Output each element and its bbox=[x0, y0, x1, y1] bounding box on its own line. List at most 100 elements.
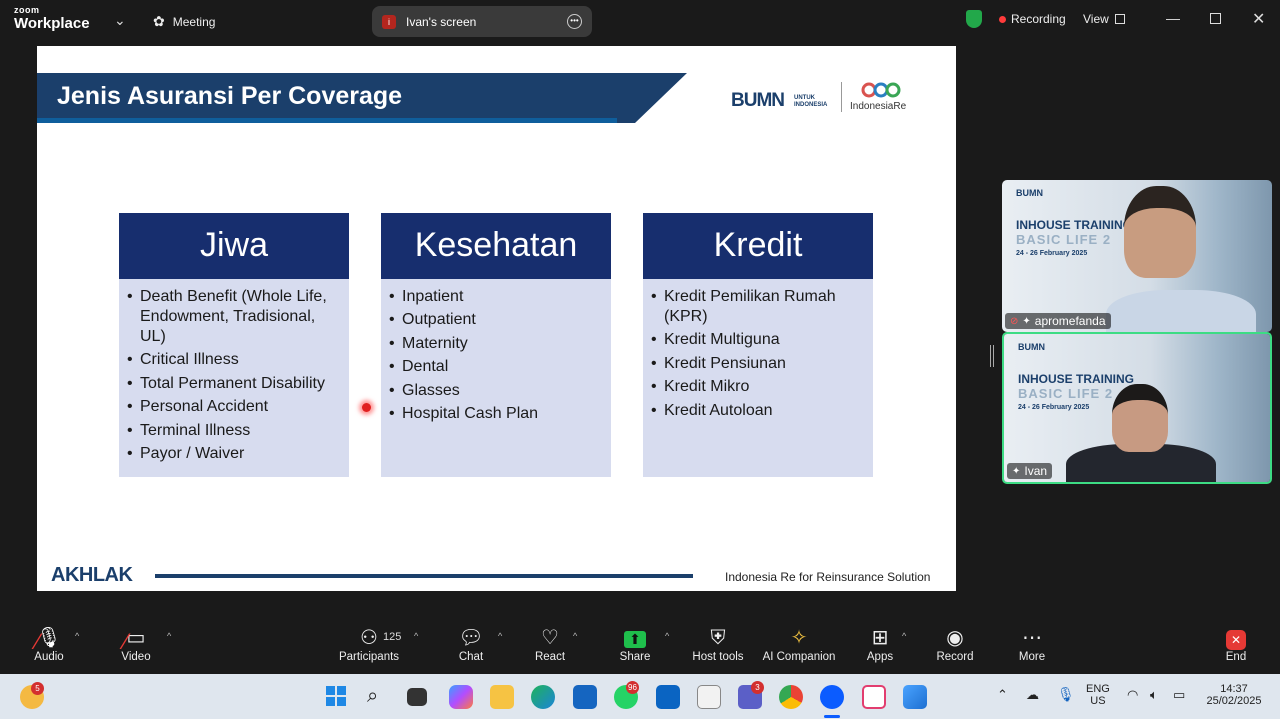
show-hidden-icons-icon[interactable]: ⌃ bbox=[997, 687, 1008, 703]
coverage-column-kredit: Kredit Kredit Pemilikan Rumah (KPR) Kred… bbox=[643, 213, 873, 477]
list-item: Maternity bbox=[389, 334, 603, 354]
chat-icon: 💬︎ bbox=[458, 627, 484, 649]
app-name-line2: Workplace bbox=[14, 15, 90, 32]
shield-check-icon[interactable] bbox=[966, 10, 982, 28]
bumn-logo: BUMN bbox=[731, 90, 785, 111]
meeting-label: Meeting bbox=[172, 14, 216, 29]
chat-caret-icon[interactable]: ^ bbox=[498, 631, 502, 641]
app-name-line1: zoom bbox=[14, 5, 40, 15]
more-options-icon[interactable]: ••• bbox=[567, 14, 582, 29]
participants-caret-icon[interactable]: ^ bbox=[414, 631, 418, 641]
video-bg-text: INHOUSE TRAINING bbox=[1018, 372, 1135, 386]
wifi-icon[interactable]: ◠ bbox=[1127, 687, 1138, 703]
restore-icon[interactable] bbox=[1210, 13, 1221, 24]
clock-date: 25/02/2025 bbox=[1206, 695, 1262, 707]
chat-button[interactable]: 💬︎ Chat bbox=[456, 627, 486, 663]
more-button[interactable]: ⋯ More bbox=[1016, 627, 1048, 663]
more-label: More bbox=[1018, 651, 1046, 663]
coverage-column-jiwa: Jiwa Death Benefit (Whole Life, Endowmen… bbox=[119, 213, 349, 477]
search-icon[interactable]: ⌕ bbox=[367, 685, 391, 709]
copilot-icon[interactable] bbox=[449, 685, 473, 709]
outlook-icon[interactable] bbox=[656, 685, 680, 709]
react-caret-icon[interactable]: ^ bbox=[573, 631, 577, 641]
volume-icon[interactable]: 🔈︎ bbox=[1150, 687, 1158, 703]
meeting-top-bar: zoom Workplace ⌄ ✿ Meeting i Ivan's scre… bbox=[0, 0, 1280, 42]
apps-button[interactable]: ⊞ Apps bbox=[864, 627, 896, 663]
edge-icon[interactable] bbox=[531, 685, 555, 709]
heart-icon: ♡ bbox=[541, 627, 559, 649]
participant-name-tag: ⊘ ✦ apromefanda bbox=[1005, 313, 1111, 329]
record-dot-icon bbox=[999, 15, 1006, 23]
record-button[interactable]: ◉ Record bbox=[935, 627, 975, 663]
meeting-info-button[interactable]: ✿ Meeting bbox=[153, 13, 215, 30]
clock-time: 14:37 bbox=[1220, 683, 1248, 695]
pin-icon: ✦ bbox=[1012, 465, 1021, 477]
share-caret-icon[interactable]: ^ bbox=[665, 631, 669, 641]
apps-icon: ⊞ bbox=[871, 627, 889, 649]
host-tools-button[interactable]: ⛨ Host tools bbox=[690, 627, 746, 663]
battery-icon[interactable]: ▭ bbox=[1173, 687, 1185, 703]
file-explorer-icon[interactable] bbox=[490, 685, 514, 709]
screen-share-pill[interactable]: i Ivan's screen ••• bbox=[372, 6, 592, 37]
photos-icon[interactable] bbox=[903, 685, 927, 709]
snipping-tool-icon[interactable] bbox=[862, 685, 886, 709]
share-button[interactable]: ⬆ Share bbox=[618, 627, 652, 663]
apps-caret-icon[interactable]: ^ bbox=[902, 631, 906, 641]
ai-companion-label: AI Companion bbox=[762, 651, 836, 663]
react-button[interactable]: ♡ React bbox=[533, 627, 567, 663]
view-button[interactable]: View bbox=[1083, 12, 1125, 26]
participants-count: 125 bbox=[383, 631, 402, 643]
indonesia-re-logo-text: IndonesiaRe bbox=[850, 101, 907, 112]
microphone-icon[interactable]: 🎙︎ bbox=[1057, 686, 1075, 703]
windows-start-icon[interactable] bbox=[325, 685, 349, 709]
video-bg-text: 24 - 26 February 2025 bbox=[1016, 250, 1088, 257]
audio-options-caret-icon[interactable]: ^ bbox=[75, 631, 79, 641]
teams-badge: 3 bbox=[751, 681, 764, 694]
language-indicator[interactable]: ENG US bbox=[1086, 683, 1110, 707]
elo-app-icon[interactable] bbox=[697, 685, 721, 709]
panel-resize-handle[interactable] bbox=[990, 345, 994, 367]
coverage-list: Death Benefit (Whole Life, Endowment, Tr… bbox=[119, 279, 349, 464]
cloud-icon[interactable]: ☁ bbox=[1026, 687, 1039, 703]
participant-video[interactable]: BUMN INHOUSE TRAINING BASIC LIFE 2 24 - … bbox=[1002, 180, 1272, 332]
video-options-caret-icon[interactable]: ^ bbox=[167, 631, 171, 641]
participant-video-active[interactable]: BUMN INHOUSE TRAINING BASIC LIFE 2 24 - … bbox=[1002, 332, 1272, 484]
task-view-icon[interactable] bbox=[407, 688, 427, 706]
ai-companion-button[interactable]: ✧ AI Companion bbox=[760, 627, 838, 663]
end-icon: ✕ bbox=[1222, 627, 1250, 651]
list-item: Payor / Waiver bbox=[127, 444, 341, 464]
list-item: Personal Accident bbox=[127, 397, 341, 417]
chevron-down-icon[interactable]: ⌄ bbox=[114, 12, 126, 29]
column-heading: Kredit bbox=[643, 213, 873, 279]
recording-label: Recording bbox=[1011, 12, 1066, 26]
coverage-column-kesehatan: Kesehatan Inpatient Outpatient Maternity… bbox=[381, 213, 611, 477]
shield-icon: ⛨ bbox=[710, 627, 726, 649]
info-icon[interactable]: i bbox=[382, 14, 396, 29]
video-button[interactable]: ▭ ⁄ Video bbox=[118, 627, 154, 663]
share-label: Share bbox=[619, 651, 651, 663]
shared-slide: Jenis Asuransi Per Coverage BUMN UNTUK I… bbox=[37, 46, 956, 591]
minimize-icon[interactable]: — bbox=[1166, 10, 1180, 26]
participant-name-tag: ✦ Ivan bbox=[1007, 463, 1053, 479]
store-icon[interactable] bbox=[573, 685, 597, 709]
clock[interactable]: 14:37 25/02/2025 bbox=[1202, 683, 1266, 707]
zoom-workplace-logo: zoom Workplace bbox=[14, 5, 90, 32]
end-meeting-button[interactable]: ✕ End bbox=[1222, 627, 1250, 663]
video-bg-text: BASIC LIFE 2 bbox=[1016, 232, 1112, 247]
close-icon[interactable]: ✕ bbox=[1252, 9, 1265, 29]
video-bg-text: BUMN bbox=[1018, 342, 1045, 352]
pin-icon: ✦ bbox=[1022, 315, 1031, 327]
person-shoulders bbox=[1106, 290, 1256, 332]
more-icon: ⋯ bbox=[1022, 627, 1042, 649]
chrome-icon[interactable] bbox=[779, 685, 803, 709]
muted-mic-icon: ⊘ bbox=[1010, 315, 1019, 327]
whatsapp-badge: 96 bbox=[626, 681, 639, 694]
list-item: Hospital Cash Plan bbox=[389, 404, 603, 424]
list-item: Kredit Mikro bbox=[651, 377, 865, 397]
recording-indicator[interactable]: Recording bbox=[999, 12, 1066, 26]
chat-label: Chat bbox=[458, 651, 484, 663]
audio-button[interactable]: 🎙︎ ⁄ Audio bbox=[32, 627, 66, 663]
indonesia-re-logo-icon bbox=[861, 82, 901, 98]
zoom-icon[interactable] bbox=[820, 685, 844, 709]
footer-text: Indonesia Re for Reinsurance Solution bbox=[725, 570, 931, 584]
